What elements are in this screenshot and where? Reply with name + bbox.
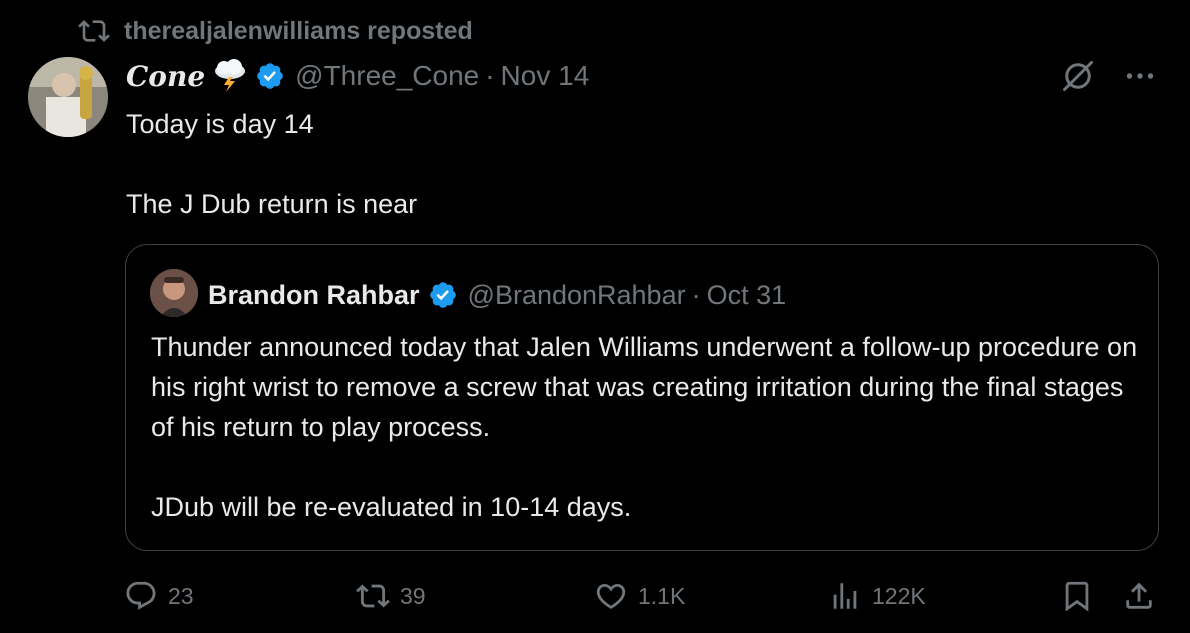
post-header: Cone @Three_Cone · Nov 14 — [126, 56, 589, 96]
reply-icon — [126, 581, 156, 610]
repost-indicator[interactable]: therealjalenwilliams reposted — [78, 14, 473, 48]
like-icon — [596, 583, 626, 609]
author-handle[interactable]: @Three_Cone — [295, 60, 479, 92]
quoted-text-paragraph: Thunder announced today that Jalen Willi… — [151, 332, 1138, 442]
quoted-avatar[interactable] — [150, 269, 198, 317]
repost-button[interactable]: 39 — [356, 574, 426, 618]
like-count: 1.1K — [638, 582, 686, 609]
quoted-post[interactable]: Brandon Rahbar @BrandonRahbar · Oct 31 T… — [125, 244, 1159, 551]
verified-badge-icon[interactable] — [255, 61, 285, 91]
views-icon — [833, 583, 857, 609]
quoted-text-paragraph: JDub will be re-evaluated in 10-14 days. — [151, 492, 632, 522]
views-button[interactable]: 122K — [828, 574, 926, 618]
repost-count: 39 — [400, 582, 426, 609]
bookmark-button[interactable] — [1060, 574, 1094, 618]
post-text: Today is day 14 The J Dub return is near — [126, 104, 1026, 224]
bookmark-icon — [1065, 581, 1089, 612]
reply-count: 23 — [168, 582, 194, 609]
repost-text: therealjalenwilliams reposted — [124, 16, 473, 45]
post-date[interactable]: Nov 14 — [501, 60, 590, 92]
action-bar: 23 39 1.1K 122K — [124, 574, 1164, 618]
reply-button[interactable]: 23 — [124, 574, 194, 618]
separator-dot: · — [485, 60, 495, 91]
verified-badge-icon[interactable] — [428, 280, 458, 310]
quoted-date[interactable]: Oct 31 — [707, 280, 787, 311]
top-actions — [1060, 58, 1158, 94]
separator-dot: · — [691, 279, 701, 310]
quoted-header: Brandon Rahbar @BrandonRahbar · Oct 31 — [208, 275, 786, 315]
share-button[interactable] — [1122, 574, 1156, 618]
quoted-text-spacer — [151, 447, 1141, 487]
storm-emoji-icon — [215, 59, 246, 92]
post-text-line: The J Dub return is near — [126, 189, 418, 219]
author-name[interactable]: Cone — [126, 60, 205, 93]
quoted-text: Thunder announced today that Jalen Willi… — [151, 327, 1141, 527]
repost-icon — [356, 584, 390, 608]
share-icon — [1126, 582, 1152, 609]
grok-icon[interactable] — [1060, 58, 1096, 94]
avatar[interactable] — [28, 57, 108, 137]
repost-icon — [78, 20, 110, 42]
quoted-author-name[interactable]: Brandon Rahbar — [208, 280, 420, 311]
post-text-line: Today is day 14 — [126, 109, 314, 139]
like-button[interactable]: 1.1K — [594, 574, 685, 618]
more-icon[interactable] — [1122, 58, 1158, 94]
post-text-spacer — [126, 144, 1026, 184]
views-count: 122K — [872, 582, 926, 609]
quoted-author-handle[interactable]: @BrandonRahbar — [468, 280, 686, 311]
